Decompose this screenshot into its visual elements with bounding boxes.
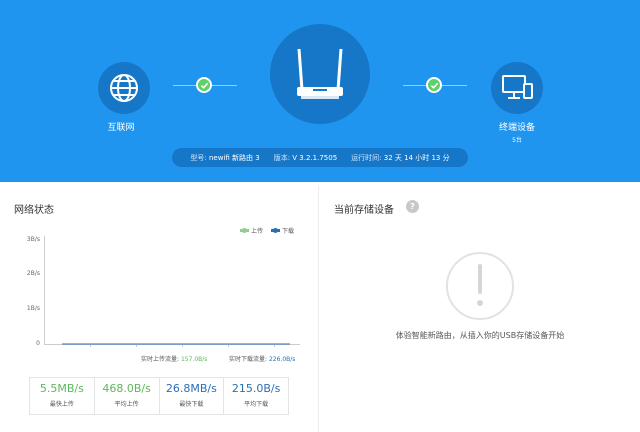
stat-max-download: 26.8MB/s 最快下载 <box>160 378 225 414</box>
legend-upload-label: 上传 <box>251 228 264 235</box>
storage-empty-message: 体验智能新路由，从插入你的USB存储设备开始 <box>395 331 565 340</box>
stat-avg-download: 215.0B/s 平均下载 <box>224 378 288 414</box>
model-key: 型号: <box>190 153 207 162</box>
stat-max-upload: 5.5MB/s 最快上传 <box>30 378 95 414</box>
version-key: 版本: <box>273 153 291 162</box>
check-icon <box>196 77 212 93</box>
uptime-info: 运行时间: 32 天 14 小时 13 分 <box>351 153 449 163</box>
check-icon <box>426 77 442 93</box>
internet-label: 互联网 <box>107 123 135 133</box>
realtime-download-value: 226.0B/s <box>268 356 296 363</box>
stat-value: 468.0B/s <box>102 382 151 395</box>
stat-label: 平均下载 <box>244 401 269 408</box>
realtime-upload-value: 157.0B/s <box>180 356 208 363</box>
legend-upload[interactable]: 上传 <box>240 226 263 235</box>
traffic-chart <box>62 343 290 345</box>
chart-legend: 上传 下载 <box>240 226 294 235</box>
alert-icon <box>446 252 514 320</box>
devices-icon <box>491 62 543 114</box>
router-icon <box>283 35 357 113</box>
stat-label: 最快下载 <box>179 401 204 408</box>
network-status-title: 网络状态 <box>14 205 54 216</box>
stat-value: 215.0B/s <box>231 382 281 395</box>
globe-icon <box>98 62 150 114</box>
realtime-download-label: 实时下载流量: <box>229 356 268 363</box>
stat-label: 平均上传 <box>114 401 139 408</box>
realtime-upload-label: 实时上传流量: <box>141 356 180 363</box>
router-node[interactable] <box>270 24 370 124</box>
y-tick-label: 0 <box>36 340 40 347</box>
terminal-count: 5台 <box>512 137 522 144</box>
internet-node[interactable]: 互联网 <box>98 62 150 133</box>
panel-divider <box>318 186 319 432</box>
topology-banner: 互联网 终端设备 5台 型号: newifi 新路由 3 版本: V 3.2.1… <box>0 0 640 182</box>
stat-value: 5.5MB/s <box>39 382 84 395</box>
uptime-value: 32 天 14 小时 13 分 <box>383 153 450 162</box>
realtime-download: 实时下载流量: 226.0B/s <box>229 354 295 363</box>
y-tick-label: 1B/s <box>26 305 40 312</box>
router-info-bar: 型号: newifi 新路由 3 版本: V 3.2.1.7505 运行时间: … <box>172 148 468 167</box>
legend-upload-marker <box>240 228 249 233</box>
stat-value: 26.8MB/s <box>165 382 217 395</box>
legend-download[interactable]: 下载 <box>271 226 294 235</box>
stat-label: 最快上传 <box>49 401 74 408</box>
model-value: newifi 新路由 3 <box>208 153 260 162</box>
help-icon[interactable]: ? <box>406 200 419 213</box>
storage-title: 当前存储设备 <box>334 205 394 216</box>
realtime-upload: 实时上传流量: 157.0B/s <box>141 354 207 363</box>
terminal-devices-node[interactable]: 终端设备 5台 <box>490 62 544 144</box>
version-value: V 3.2.1.7505 <box>292 153 338 162</box>
terminal-label: 终端设备 <box>498 123 535 133</box>
model-info: 型号: newifi 新路由 3 <box>190 153 259 163</box>
y-tick-label: 3B/s <box>26 236 40 243</box>
y-tick-label: 2B/s <box>26 270 40 277</box>
legend-download-marker <box>271 228 281 233</box>
stat-avg-upload: 468.0B/s 平均上传 <box>95 378 160 414</box>
version-info: 版本: V 3.2.1.7505 <box>274 153 337 163</box>
uptime-key: 运行时间: <box>351 153 382 162</box>
legend-download-label: 下载 <box>282 228 295 235</box>
traffic-stats: 5.5MB/s 最快上传 468.0B/s 平均上传 26.8MB/s 最快下载… <box>29 377 289 415</box>
